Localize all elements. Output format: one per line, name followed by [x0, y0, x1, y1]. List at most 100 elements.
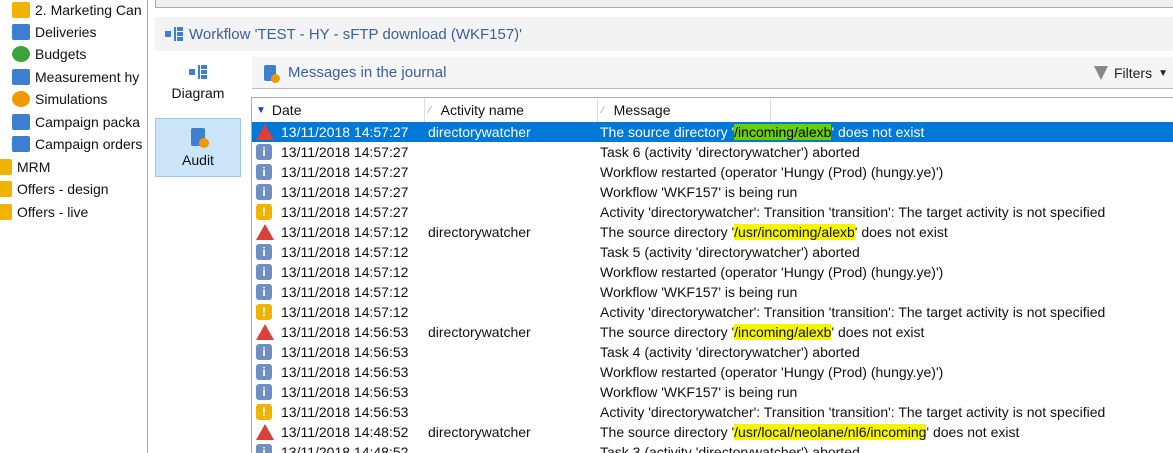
table-row[interactable]: 13/11/2018 14:57:27 directorywatcher The…: [252, 122, 1173, 142]
tree-item[interactable]: Offers - design: [0, 178, 109, 200]
tree-item[interactable]: Campaign packa: [12, 111, 140, 133]
row-date: 13/11/2018 14:57:12: [281, 284, 409, 300]
error-icon: [256, 324, 274, 340]
message-text: ' does not exist: [926, 424, 1020, 440]
row-message: Workflow restarted (operator 'Hungy (Pro…: [600, 364, 943, 380]
column-header-activity[interactable]: ⁄ Activity name: [425, 98, 598, 122]
info-icon: i: [256, 244, 272, 260]
highlighted-path: /incoming/alexb: [734, 324, 832, 340]
info-icon: i: [256, 284, 272, 300]
journal-table: ▼ Date ⁄ Activity name ⁄ Message 13/11/2018…: [251, 97, 1173, 453]
table-row[interactable]: 13/11/2018 14:57:12 directorywatcher The…: [252, 222, 1173, 242]
table-row[interactable]: ! 13/11/2018 14:57:12 Activity 'director…: [252, 302, 1173, 322]
info-icon: i: [256, 144, 272, 160]
row-message: Workflow 'WKF157' is being run: [600, 284, 797, 300]
tree-item-label: 2. Marketing Can: [35, 2, 142, 18]
audit-button[interactable]: Audit: [155, 118, 241, 177]
message-text: Activity 'directorywatcher': Transition …: [600, 204, 1106, 220]
message-text: Task 3 (activity 'directorywatcher') abo…: [600, 444, 860, 453]
activity-header-label: Activity name: [440, 102, 524, 118]
tree-item[interactable]: 2. Marketing Can: [12, 0, 142, 21]
diagram-button[interactable]: Diagram: [155, 61, 241, 113]
row-date: 13/11/2018 14:56:53: [281, 344, 409, 360]
table-row[interactable]: i 13/11/2018 14:57:27 Workflow restarted…: [252, 162, 1173, 182]
message-text: Workflow 'WKF157' is being run: [600, 184, 798, 200]
row-activity: directorywatcher: [428, 324, 531, 340]
table-row[interactable]: i 13/11/2018 14:56:53 Workflow 'WKF157' …: [252, 382, 1173, 402]
row-date: 13/11/2018 14:57:12: [281, 224, 409, 240]
table-row[interactable]: i 13/11/2018 14:56:53 Workflow restarted…: [252, 362, 1173, 382]
top-strip: [155, 0, 1173, 8]
table-row[interactable]: i 13/11/2018 14:57:12 Workflow restarted…: [252, 262, 1173, 282]
table-body: 13/11/2018 14:57:27 directorywatcher The…: [252, 122, 1173, 453]
tree-item[interactable]: Offers - live: [0, 201, 88, 223]
table-row[interactable]: ! 13/11/2018 14:57:27 Activity 'director…: [252, 202, 1173, 222]
message-text: The source directory ': [600, 424, 735, 440]
row-message: The source directory '/incoming/alexb' d…: [600, 324, 924, 340]
row-message: Task 5 (activity 'directorywatcher') abo…: [600, 244, 860, 260]
workflow-title: Workflow 'TEST - HY - sFTP download (WKF…: [189, 25, 523, 43]
diagram-icon: [189, 65, 207, 79]
info-icon: i: [256, 264, 272, 280]
play-icon: [12, 91, 30, 107]
row-message: Workflow 'WKF157' is being run: [600, 384, 797, 400]
filters-button[interactable]: Filters ▼: [1093, 65, 1168, 81]
row-message: Workflow restarted (operator 'Hungy (Pro…: [600, 264, 943, 280]
table-row[interactable]: i 13/11/2018 14:57:12 Workflow 'WKF157' …: [252, 282, 1173, 302]
tree-item[interactable]: Measurement hy: [12, 66, 139, 88]
tree-item-label: Offers - live: [17, 204, 89, 220]
journal-title: Messages in the journal: [288, 64, 447, 81]
row-message: Task 4 (activity 'directorywatcher') abo…: [600, 344, 860, 360]
row-message: The source directory '/usr/local/neolane…: [600, 424, 1019, 440]
tree-item[interactable]: Simulations: [12, 88, 107, 110]
row-message: Activity 'directorywatcher': Transition …: [600, 304, 1105, 320]
row-date: 13/11/2018 14:56:53: [281, 364, 409, 380]
warning-icon: !: [256, 204, 272, 220]
row-message: Task 3 (activity 'directorywatcher') abo…: [600, 444, 860, 453]
tree-item[interactable]: Budgets: [12, 43, 86, 65]
info-icon: i: [256, 184, 272, 200]
column-header-date[interactable]: ▼ Date: [252, 98, 425, 122]
tree-item-label: Deliveries: [35, 24, 97, 40]
table-row[interactable]: i 13/11/2018 14:56:53 Task 4 (activity '…: [252, 342, 1173, 362]
sort-icon: ⁄: [602, 104, 604, 116]
message-text: Activity 'directorywatcher': Transition …: [600, 304, 1106, 320]
offer-icon: [0, 204, 12, 220]
row-message: Activity 'directorywatcher': Transition …: [600, 404, 1105, 420]
row-date: 13/11/2018 14:56:53: [281, 384, 409, 400]
tree-item[interactable]: Campaign orders: [12, 133, 142, 155]
message-text: Workflow 'WKF157' is being run: [600, 284, 798, 300]
info-icon: i: [256, 384, 272, 400]
warning-icon: !: [256, 304, 272, 320]
message-text: Task 4 (activity 'directorywatcher') abo…: [600, 344, 860, 360]
error-icon: [256, 224, 274, 240]
table-row[interactable]: i 13/11/2018 14:57:27 Task 6 (activity '…: [252, 142, 1173, 162]
table-row[interactable]: ! 13/11/2018 14:56:53 Activity 'director…: [252, 402, 1173, 422]
row-message: Workflow 'WKF157' is being run: [600, 184, 797, 200]
folder-gear-icon: [12, 2, 30, 18]
row-date: 13/11/2018 14:57:12: [281, 244, 409, 260]
table-row[interactable]: i 13/11/2018 14:57:12 Task 5 (activity '…: [252, 242, 1173, 262]
table-row[interactable]: i 13/11/2018 14:48:52 Task 3 (activity '…: [252, 442, 1173, 453]
journal-icon: [264, 64, 280, 83]
message-header-label: Message: [613, 102, 671, 118]
highlighted-path: /usr/incoming/alexb: [734, 224, 855, 240]
column-header-message[interactable]: ⁄ Message: [598, 98, 771, 122]
row-date: 13/11/2018 14:57:27: [281, 164, 409, 180]
tree-item[interactable]: Deliveries: [12, 21, 96, 43]
row-date: 13/11/2018 14:57:27: [281, 144, 409, 160]
tree-item[interactable]: MRM: [0, 156, 50, 178]
order-icon: [12, 136, 30, 152]
table-row[interactable]: 13/11/2018 14:48:52 directorywatcher The…: [252, 422, 1173, 442]
row-message: Workflow restarted (operator 'Hungy (Pro…: [600, 164, 943, 180]
error-icon: [256, 124, 274, 140]
error-icon: [256, 424, 274, 440]
tree-item-label: Simulations: [35, 91, 108, 107]
package-icon: [12, 114, 30, 130]
table-header: ▼ Date ⁄ Activity name ⁄ Message: [252, 98, 1173, 122]
sort-desc-icon: ▼: [256, 104, 266, 116]
table-row[interactable]: 13/11/2018 14:56:53 directorywatcher The…: [252, 322, 1173, 342]
table-row[interactable]: i 13/11/2018 14:57:27 Workflow 'WKF157' …: [252, 182, 1173, 202]
journal-toolbar: Messages in the journal Filters ▼: [252, 57, 1173, 89]
audit-label: Audit: [182, 151, 214, 168]
